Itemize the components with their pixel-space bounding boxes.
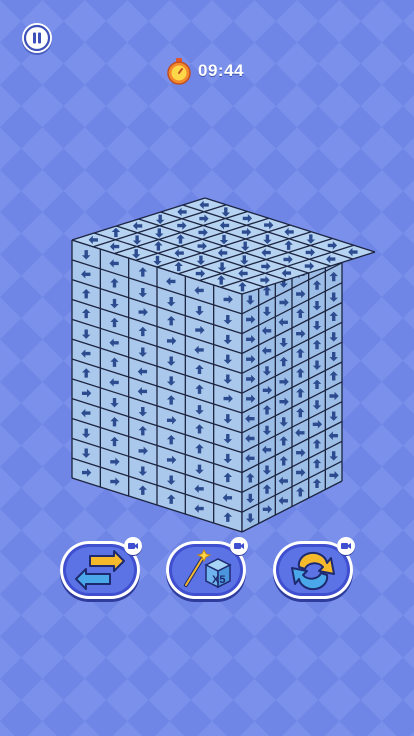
swap-powerup-button[interactable] (60, 537, 142, 599)
magic-powerup-button[interactable]: X5 (166, 537, 248, 599)
magic-count-label: X5 (212, 574, 226, 586)
video-ad-icon (230, 537, 248, 555)
video-ad-icon (337, 537, 355, 555)
tap-away-cube[interactable] (0, 0, 414, 736)
rotate-powerup-button[interactable] (273, 537, 355, 599)
video-ad-icon (124, 537, 142, 555)
